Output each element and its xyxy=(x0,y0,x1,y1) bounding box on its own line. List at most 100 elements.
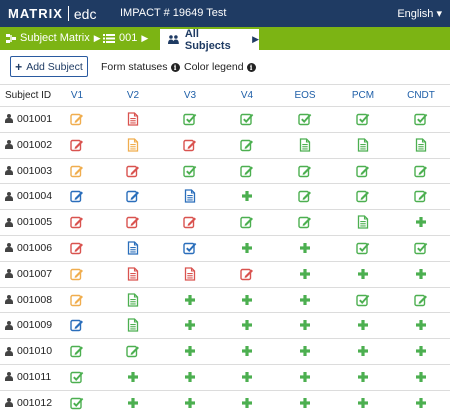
document-icon[interactable] xyxy=(298,138,312,152)
plus-icon[interactable] xyxy=(240,241,254,255)
column-header-cndt[interactable]: CNDT xyxy=(396,84,446,106)
check-icon[interactable] xyxy=(70,396,84,410)
edit-icon[interactable] xyxy=(126,189,140,203)
check-icon[interactable] xyxy=(414,112,428,126)
plus-icon[interactable] xyxy=(414,344,428,358)
document-icon[interactable] xyxy=(126,138,140,152)
check-icon[interactable] xyxy=(183,164,197,178)
plus-icon[interactable] xyxy=(414,267,428,281)
document-icon[interactable] xyxy=(126,241,140,255)
plus-icon[interactable] xyxy=(183,344,197,358)
check-icon[interactable] xyxy=(356,293,370,307)
color-legend-toggle[interactable]: Color legend i xyxy=(184,61,256,73)
plus-icon[interactable] xyxy=(356,370,370,384)
edit-icon[interactable] xyxy=(70,318,84,332)
edit-icon[interactable] xyxy=(70,293,84,307)
subject-id-cell[interactable]: 001008 xyxy=(5,293,52,307)
edit-icon[interactable] xyxy=(298,215,312,229)
subject-id-cell[interactable]: 001010 xyxy=(5,344,52,358)
form-statuses-toggle[interactable]: Form statuses i xyxy=(101,61,180,73)
edit-icon[interactable] xyxy=(298,189,312,203)
breadcrumb-item-subject-matrix[interactable]: Subject Matrix ▶ xyxy=(6,32,101,44)
check-icon[interactable] xyxy=(183,241,197,255)
edit-icon[interactable] xyxy=(183,215,197,229)
subject-id-cell[interactable]: 001009 xyxy=(5,318,52,332)
edit-icon[interactable] xyxy=(70,138,84,152)
add-subject-button[interactable]: + Add Subject xyxy=(10,56,88,77)
plus-icon[interactable] xyxy=(298,344,312,358)
edit-icon[interactable] xyxy=(240,164,254,178)
plus-icon[interactable] xyxy=(298,370,312,384)
plus-icon[interactable] xyxy=(298,318,312,332)
edit-icon[interactable] xyxy=(414,293,428,307)
plus-icon[interactable] xyxy=(240,189,254,203)
check-icon[interactable] xyxy=(356,112,370,126)
breadcrumb-item-001[interactable]: 001 ▶ xyxy=(103,32,148,44)
plus-icon[interactable] xyxy=(240,396,254,410)
edit-icon[interactable] xyxy=(70,267,84,281)
edit-icon[interactable] xyxy=(70,241,84,255)
document-icon[interactable] xyxy=(126,267,140,281)
plus-icon[interactable] xyxy=(414,396,428,410)
edit-icon[interactable] xyxy=(126,215,140,229)
edit-icon[interactable] xyxy=(183,138,197,152)
plus-icon[interactable] xyxy=(298,293,312,307)
edit-icon[interactable] xyxy=(240,215,254,229)
subject-id-cell[interactable]: 001004 xyxy=(5,189,52,203)
plus-icon[interactable] xyxy=(298,267,312,281)
subject-id-cell[interactable]: 001012 xyxy=(5,396,52,410)
plus-icon[interactable] xyxy=(183,396,197,410)
column-header-v1[interactable]: V1 xyxy=(52,84,102,106)
column-header-v3[interactable]: V3 xyxy=(165,84,215,106)
check-icon[interactable] xyxy=(70,370,84,384)
plus-icon[interactable] xyxy=(298,396,312,410)
plus-icon[interactable] xyxy=(414,215,428,229)
edit-icon[interactable] xyxy=(240,138,254,152)
edit-icon[interactable] xyxy=(70,215,84,229)
subject-id-cell[interactable]: 001011 xyxy=(5,370,51,384)
plus-icon[interactable] xyxy=(414,318,428,332)
edit-icon[interactable] xyxy=(298,164,312,178)
edit-icon[interactable] xyxy=(356,164,370,178)
app-logo[interactable]: MATRIX edc xyxy=(8,6,96,22)
column-header-eos[interactable]: EOS xyxy=(280,84,330,106)
document-icon[interactable] xyxy=(356,215,370,229)
plus-icon[interactable] xyxy=(240,318,254,332)
plus-icon[interactable] xyxy=(183,370,197,384)
subject-id-cell[interactable]: 001006 xyxy=(5,241,52,255)
edit-icon[interactable] xyxy=(240,267,254,281)
plus-icon[interactable] xyxy=(126,370,140,384)
plus-icon[interactable] xyxy=(414,370,428,384)
document-icon[interactable] xyxy=(183,189,197,203)
breadcrumb-item-all-subjects[interactable]: All Subjects ▶ xyxy=(160,28,259,52)
edit-icon[interactable] xyxy=(414,164,428,178)
plus-icon[interactable] xyxy=(298,241,312,255)
column-header-v4[interactable]: V4 xyxy=(222,84,272,106)
edit-icon[interactable] xyxy=(70,164,84,178)
plus-icon[interactable] xyxy=(240,370,254,384)
plus-icon[interactable] xyxy=(183,318,197,332)
check-icon[interactable] xyxy=(240,112,254,126)
document-icon[interactable] xyxy=(126,318,140,332)
document-icon[interactable] xyxy=(356,138,370,152)
check-icon[interactable] xyxy=(183,112,197,126)
column-header-v2[interactable]: V2 xyxy=(108,84,158,106)
subject-id-cell[interactable]: 001002 xyxy=(5,138,52,152)
document-icon[interactable] xyxy=(414,138,428,152)
subject-id-cell[interactable]: 001005 xyxy=(5,215,52,229)
plus-icon[interactable] xyxy=(126,396,140,410)
column-header-pcm[interactable]: PCM xyxy=(338,84,388,106)
plus-icon[interactable] xyxy=(240,293,254,307)
document-icon[interactable] xyxy=(183,267,197,281)
check-icon[interactable] xyxy=(414,241,428,255)
edit-icon[interactable] xyxy=(70,112,84,126)
plus-icon[interactable] xyxy=(183,293,197,307)
edit-icon[interactable] xyxy=(126,164,140,178)
edit-icon[interactable] xyxy=(70,344,84,358)
plus-icon[interactable] xyxy=(356,267,370,281)
subject-id-cell[interactable]: 001001 xyxy=(5,112,52,126)
subject-id-cell[interactable]: 001003 xyxy=(5,164,52,178)
language-selector[interactable]: English ▾ xyxy=(397,7,442,20)
check-icon[interactable] xyxy=(356,241,370,255)
subject-id-cell[interactable]: 001007 xyxy=(5,267,52,281)
